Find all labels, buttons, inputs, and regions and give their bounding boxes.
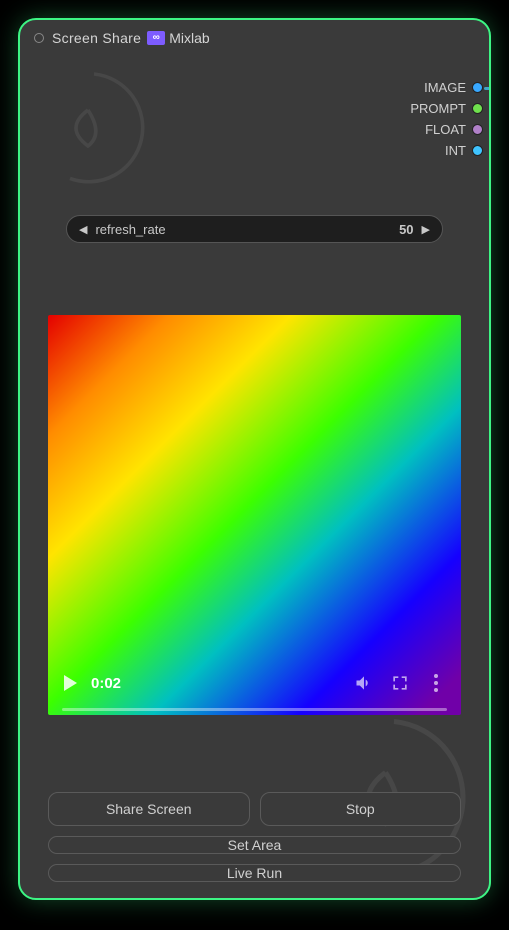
share-screen-button[interactable]: Share Screen	[48, 792, 250, 826]
video-progress[interactable]	[62, 708, 447, 711]
more-options-icon[interactable]	[425, 672, 447, 694]
output-ports: IMAGE PROMPT FLOAT INT	[410, 80, 489, 158]
refresh-rate-field[interactable]: ◀ refresh_rate 50 ▶	[66, 215, 443, 243]
decorative-swirl-icon	[34, 68, 154, 188]
node-header: Screen Share ∞ Mixlab	[20, 20, 489, 52]
node-panel: Screen Share ∞ Mixlab IMAGE PROMPT FLOAT…	[18, 18, 491, 900]
port-icon[interactable]	[472, 82, 483, 93]
port-icon[interactable]	[472, 145, 483, 156]
param-value: 50	[399, 222, 413, 237]
decrement-arrow-icon[interactable]: ◀	[75, 223, 91, 236]
output-prompt[interactable]: PROMPT	[410, 101, 485, 116]
set-area-button[interactable]: Set Area	[48, 836, 461, 854]
port-icon[interactable]	[472, 124, 483, 135]
play-icon[interactable]	[64, 675, 77, 691]
node-title: Screen Share	[52, 30, 141, 46]
output-label: FLOAT	[425, 122, 466, 137]
badge-label: Mixlab	[169, 30, 209, 46]
port-icon[interactable]	[472, 103, 483, 114]
action-buttons: Share Screen Stop Set Area Live Run	[48, 792, 461, 882]
fullscreen-icon[interactable]	[389, 672, 411, 694]
collapse-toggle-icon[interactable]	[34, 33, 44, 43]
infinity-badge-icon: ∞	[147, 31, 165, 45]
volume-icon[interactable]	[353, 672, 375, 694]
output-label: IMAGE	[424, 80, 466, 95]
output-int[interactable]: INT	[445, 143, 485, 158]
stop-button[interactable]: Stop	[260, 792, 462, 826]
video-controls: 0:02	[48, 661, 461, 715]
output-label: INT	[445, 143, 466, 158]
output-label: PROMPT	[410, 101, 466, 116]
increment-arrow-icon[interactable]: ▶	[418, 223, 434, 236]
param-label: refresh_rate	[95, 222, 165, 237]
video-preview[interactable]: 0:02	[48, 315, 461, 715]
live-run-button[interactable]: Live Run	[48, 864, 461, 882]
output-float[interactable]: FLOAT	[425, 122, 485, 137]
output-image[interactable]: IMAGE	[424, 80, 485, 95]
video-time: 0:02	[91, 675, 121, 692]
